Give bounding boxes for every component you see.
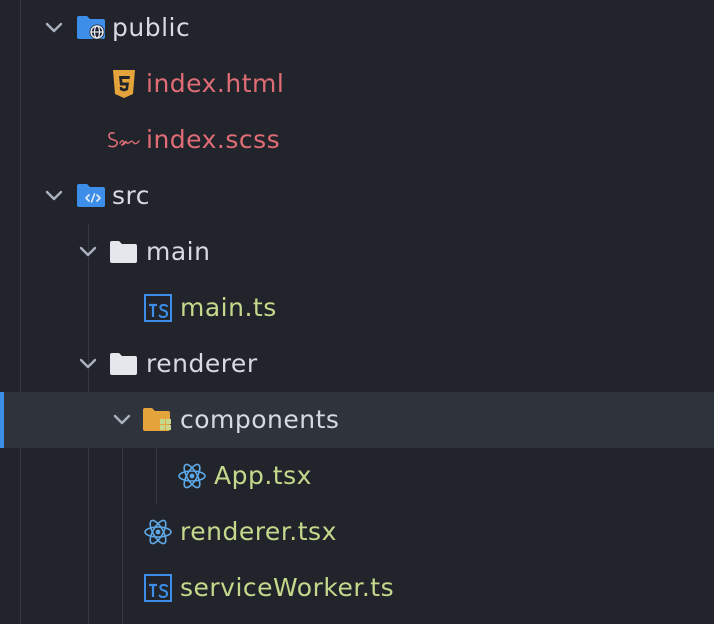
chevron-down-icon[interactable] [112,410,132,430]
tree-item-main[interactable]: main [0,224,714,280]
react-icon [176,460,208,492]
tree-item-components[interactable]: components [0,392,714,448]
folder-public-icon [76,12,108,44]
tree-item-label: main.ts [180,293,277,322]
html5-icon [108,68,140,100]
typescript-icon [142,572,174,604]
tree-item-label: App.tsx [214,461,312,490]
tree-item-label: src [112,181,150,210]
tree-item-index-html[interactable]: index.html [0,56,714,112]
chevron-down-icon[interactable] [78,242,98,262]
folder-icon [108,348,140,380]
tree-item-renderer[interactable]: renderer [0,336,714,392]
tree-item-label: renderer.tsx [180,517,337,546]
file-explorer-tree: public index.html index.scss src main ma… [0,0,714,624]
folder-src-icon [76,180,108,212]
tree-item-label: index.html [146,69,285,98]
chevron-down-icon[interactable] [78,354,98,374]
tree-item-label: components [180,405,340,434]
tree-item-label: index.scss [146,125,281,154]
typescript-icon [142,292,174,324]
tree-item-src[interactable]: src [0,168,714,224]
tree-item-serviceworker-ts[interactable]: serviceWorker.ts [0,560,714,616]
chevron-down-icon[interactable] [44,186,64,206]
tree-item-label: serviceWorker.ts [180,573,395,602]
tree-item-renderer-tsx[interactable]: renderer.tsx [0,504,714,560]
folder-icon [108,236,140,268]
chevron-down-icon[interactable] [44,18,64,38]
tree-item-label: public [112,13,191,42]
tree-item-label: main [146,237,211,266]
tree-item-app-tsx[interactable]: App.tsx [0,448,714,504]
folder-components-icon [142,404,174,436]
react-icon [142,516,174,548]
tree-item-public[interactable]: public [0,0,714,56]
tree-item-label: renderer [146,349,258,378]
tree-item-index-scss[interactable]: index.scss [0,112,714,168]
tree-item-main-ts[interactable]: main.ts [0,280,714,336]
sass-icon [106,124,142,156]
